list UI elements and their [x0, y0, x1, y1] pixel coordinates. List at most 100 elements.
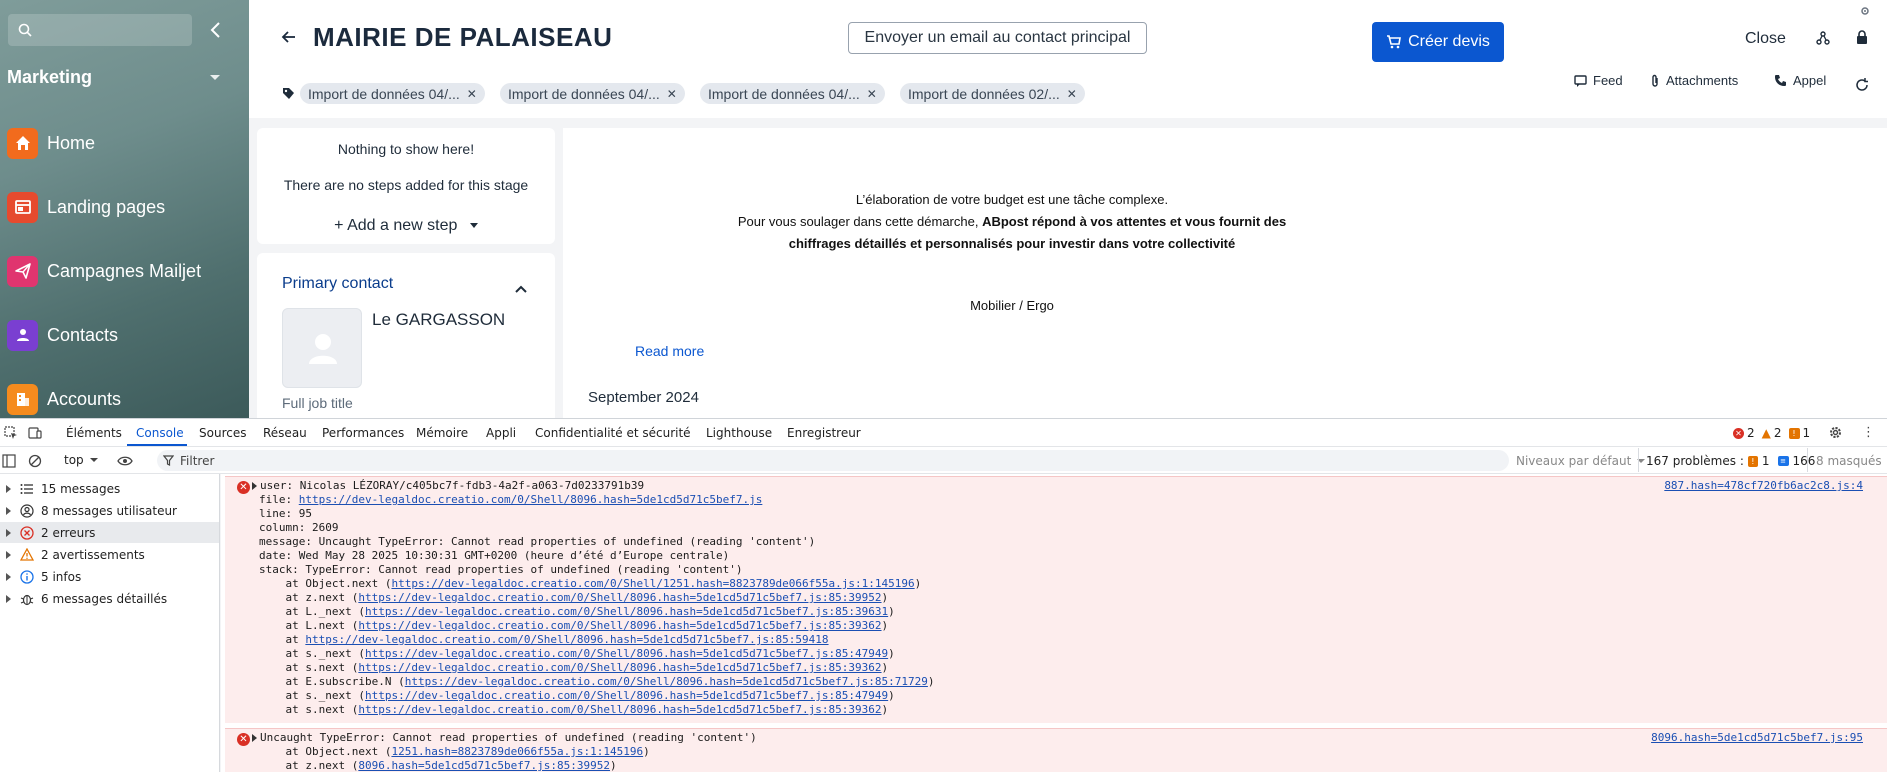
expand-icon[interactable]: [6, 594, 11, 603]
tab-privacy-security[interactable]: Confidentialité et sécurité: [535, 426, 691, 440]
tag-chip[interactable]: Import de données 04/... ✕: [300, 83, 485, 104]
tab-sources[interactable]: Sources: [199, 426, 246, 440]
chevron-down-icon: [89, 458, 98, 462]
source-link[interactable]: 887.hash=478cf720fb6ac2c8.js:4: [1664, 479, 1863, 492]
stack-frame: at Object.next (1251.hash=8823789de066f5…: [259, 745, 649, 758]
log-levels-dropdown[interactable]: Niveaux par défaut: [1516, 454, 1646, 468]
source-link[interactable]: https://dev-legaldoc.creatio.com/0/Shell…: [365, 647, 888, 660]
list-icon: [19, 481, 35, 497]
sidebar-item-accounts[interactable]: Accounts: [7, 383, 247, 415]
console-line: column: 2609: [259, 521, 339, 534]
close-button[interactable]: Close: [1745, 30, 1786, 48]
expand-icon[interactable]: [6, 572, 11, 581]
back-arrow-icon[interactable]: [281, 29, 297, 50]
tab-application[interactable]: Appli: [486, 426, 516, 440]
tab-recorder[interactable]: Enregistreur: [787, 426, 861, 440]
tab-performance[interactable]: Performances: [322, 426, 404, 440]
tag-chip[interactable]: Import de données 02/... ✕: [900, 83, 1085, 104]
sidebar-item-campagnes-mailjet[interactable]: Campagnes Mailjet: [7, 255, 247, 287]
error-icon: [19, 525, 35, 541]
tab-network[interactable]: Réseau: [263, 426, 307, 440]
more-options-icon[interactable]: ⋮: [1862, 425, 1875, 440]
source-link[interactable]: https://dev-legaldoc.creatio.com/0/Shell…: [365, 689, 888, 702]
tag-chip[interactable]: Import de données 04/... ✕: [500, 83, 685, 104]
remove-tag-icon[interactable]: ✕: [1067, 87, 1077, 101]
tab-elements[interactable]: Éléments: [66, 426, 122, 440]
source-link[interactable]: https://dev-legaldoc.creatio.com/0/Shell…: [299, 493, 763, 506]
remove-tag-icon[interactable]: ✕: [467, 87, 477, 101]
source-link[interactable]: https://dev-legaldoc.creatio.com/0/Shell…: [358, 591, 881, 604]
source-link[interactable]: https://dev-legaldoc.creatio.com/0/Shell…: [358, 703, 881, 716]
expand-icon[interactable]: [6, 506, 11, 515]
sidebar-filter-label: 5 infos: [41, 569, 82, 584]
source-link[interactable]: https://dev-legaldoc.creatio.com/0/Shell…: [391, 577, 914, 590]
sidebar-filter-label: 15 messages: [41, 481, 121, 496]
clear-console-icon[interactable]: [28, 453, 42, 472]
refresh-icon[interactable]: [1855, 78, 1869, 97]
sidebar-filter-errors[interactable]: 2 erreurs: [0, 522, 219, 543]
info-icon: [19, 569, 35, 585]
expand-icon[interactable]: [252, 482, 257, 490]
source-link[interactable]: 8096.hash=5de1cd5d71c5bef7.js:95: [1651, 731, 1863, 744]
workspace-selector[interactable]: Marketing: [7, 67, 92, 88]
tag-chip[interactable]: Import de données 04/... ✕: [700, 83, 885, 104]
call-tab[interactable]: Appel: [1774, 73, 1826, 88]
feed-tab[interactable]: Feed: [1574, 73, 1623, 88]
sidebar-item-home[interactable]: Home: [7, 127, 247, 159]
eye-icon[interactable]: [117, 453, 133, 472]
sidebar-filter-warnings[interactable]: 2 avertissements: [0, 544, 219, 565]
contact-name[interactable]: Le GARGASSON: [372, 310, 505, 330]
console-error-message[interactable]: ✕ user: Nicolas LÉZORAY/c405bc7f-fdb3-4a…: [225, 476, 1887, 723]
sidebar-filter-info[interactable]: 5 infos: [0, 566, 219, 587]
source-link[interactable]: https://dev-legaldoc.creatio.com/0/Shell…: [365, 605, 888, 618]
error-count-badge[interactable]: ✕ 2 ▲ 2 ! 1: [1733, 426, 1810, 440]
sidebar-search-input[interactable]: [8, 14, 192, 46]
sidebar-toggle-icon[interactable]: [2, 453, 16, 472]
attachments-tab[interactable]: Attachments: [1650, 73, 1738, 88]
console-filter-input[interactable]: Filtrer: [157, 450, 1509, 471]
source-link[interactable]: https://dev-legaldoc.creatio.com/0/Shell…: [405, 675, 928, 688]
remove-tag-icon[interactable]: ✕: [867, 87, 877, 101]
sidebar-filter-verbose[interactable]: 6 messages détaillés: [0, 588, 219, 609]
expand-icon[interactable]: [6, 484, 11, 493]
hierarchy-icon[interactable]: [1816, 31, 1830, 50]
lock-icon[interactable]: [1856, 30, 1868, 50]
sidebar-filter-messages[interactable]: 15 messages: [0, 478, 219, 499]
sidebar-item-label: Accounts: [47, 388, 122, 409]
sidebar-item-landing-pages[interactable]: Landing pages: [7, 191, 247, 223]
feed-text-line: Mobilier / Ergo: [970, 298, 1054, 313]
remove-tag-icon[interactable]: ✕: [667, 87, 677, 101]
create-quote-button[interactable]: Créer devis: [1372, 22, 1504, 62]
expand-icon[interactable]: [252, 734, 257, 742]
device-toolbar-icon[interactable]: [28, 425, 42, 444]
source-link[interactable]: https://dev-legaldoc.creatio.com/0/Shell…: [305, 633, 828, 646]
stack-frame-text: at z.next (: [259, 591, 359, 604]
tab-memory[interactable]: Mémoire: [416, 426, 468, 440]
problems-counter[interactable]: 167 problèmes : ! 1 ≡ 166: [1646, 454, 1815, 468]
add-step-button[interactable]: + Add a new step: [257, 217, 555, 235]
source-link[interactable]: https://dev-legaldoc.creatio.com/0/Shell…: [358, 661, 881, 674]
expand-icon[interactable]: [6, 550, 11, 559]
gear-icon[interactable]: [1828, 425, 1843, 444]
tab-console[interactable]: Console: [136, 426, 184, 440]
tab-lighthouse[interactable]: Lighthouse: [706, 426, 772, 440]
source-link[interactable]: 1251.hash=8823789de066f55a.js:1:145196: [391, 745, 643, 758]
source-link[interactable]: 8096.hash=5de1cd5d71c5bef7.js:85:39952: [358, 759, 610, 772]
collapse-sidebar-icon[interactable]: [208, 20, 224, 40]
stack-frame: at L.next (https://dev-legaldoc.creatio.…: [259, 619, 888, 632]
stack-frame: at Object.next (https://dev-legaldoc.cre…: [259, 577, 921, 590]
expand-icon[interactable]: [6, 528, 11, 537]
inspect-element-icon[interactable]: [4, 425, 18, 444]
sidebar-item-contacts[interactable]: Contacts: [7, 319, 247, 351]
send-email-button[interactable]: Envoyer un email au contact principal: [848, 22, 1147, 54]
chevron-down-icon[interactable]: [469, 223, 478, 229]
sidebar-filter-user-messages[interactable]: 8 messages utilisateur: [0, 500, 219, 521]
read-more-link[interactable]: Read more: [635, 343, 704, 359]
context-selector[interactable]: top: [64, 453, 98, 467]
home-icon: [7, 127, 38, 159]
chevron-up-icon[interactable]: [515, 280, 527, 298]
settings-icon[interactable]: [1860, 3, 1870, 21]
chevron-down-icon[interactable]: [210, 75, 220, 80]
console-error-message[interactable]: ✕ Uncaught TypeError: Cannot read proper…: [225, 728, 1887, 772]
source-link[interactable]: https://dev-legaldoc.creatio.com/0/Shell…: [358, 619, 881, 632]
